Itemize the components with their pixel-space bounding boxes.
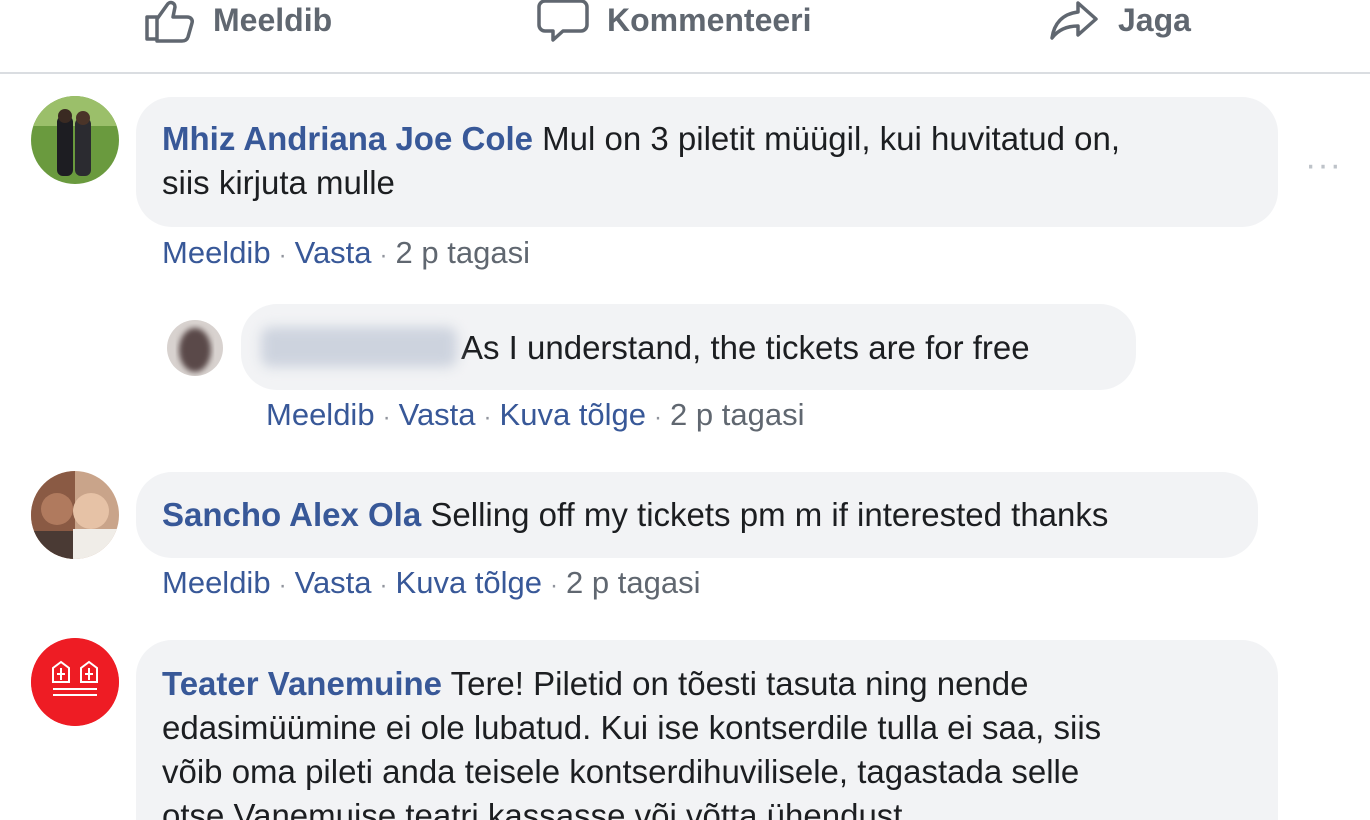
comment-text-line: Mul on 3 piletit müügil, kui huvitatud o… xyxy=(542,120,1120,157)
like-button-label: Meeldib xyxy=(213,1,333,38)
comment-bubble: Teater Vanemuine Tere! Piletid on tõesti… xyxy=(136,640,1278,820)
reply-link[interactable]: Vasta xyxy=(399,397,476,432)
like-button[interactable]: Meeldib xyxy=(143,0,332,44)
comment-button[interactable]: Kommenteeri xyxy=(537,0,812,44)
speech-bubble-icon xyxy=(537,0,589,43)
comment-text-line: Tere! Piletid on tõesti tasuta ning nend… xyxy=(450,665,1029,702)
like-link[interactable]: Meeldib xyxy=(266,397,375,432)
comment-button-label: Kommenteeri xyxy=(607,1,812,38)
share-button-label: Jaga xyxy=(1118,1,1191,38)
reply-link[interactable]: Vasta xyxy=(295,565,372,600)
comment-author[interactable]: Mhiz Andriana Joe Cole xyxy=(162,120,533,157)
more-options-icon[interactable]: ··· xyxy=(1305,146,1342,185)
avatar-photo xyxy=(31,96,119,184)
comment-text: Selling off my tickets pm m if intereste… xyxy=(430,496,1109,533)
reply-link[interactable]: Vasta xyxy=(295,235,372,270)
comment-author[interactable]: Teater Vanemuine xyxy=(162,665,442,702)
comment-meta: Meeldib · Vasta · Kuva tõlge · 2 p tagasi xyxy=(162,565,701,600)
comment-bubble: Sancho Alex Ola Selling off my tickets p… xyxy=(136,472,1258,558)
avatar-photo xyxy=(31,471,119,559)
like-link[interactable]: Meeldib xyxy=(162,235,271,270)
redacted-author-name[interactable] xyxy=(261,327,457,367)
avatar-photo-blurred xyxy=(167,320,223,376)
comment-timestamp[interactable]: 2 p tagasi xyxy=(670,397,804,432)
thumbs-up-icon xyxy=(143,0,195,43)
translate-link[interactable]: Kuva tõlge xyxy=(396,565,543,600)
comment-timestamp[interactable]: 2 p tagasi xyxy=(566,565,700,600)
reply-meta: Meeldib · Vasta · Kuva tõlge · 2 p tagasi xyxy=(266,397,805,432)
comments-panel: Meeldib Kommenteeri Jaga Mhiz Andriana J… xyxy=(0,0,1370,820)
share-button[interactable]: Jaga xyxy=(1048,0,1191,44)
vanemuine-logo xyxy=(31,638,119,726)
avatar[interactable] xyxy=(31,638,119,726)
comment-text-line: edasimüümine ei ole lubatud. Kui ise kon… xyxy=(162,709,1102,746)
translate-link[interactable]: Kuva tõlge xyxy=(500,397,647,432)
comment-timestamp[interactable]: 2 p tagasi xyxy=(396,235,530,270)
avatar[interactable] xyxy=(167,320,223,376)
comment-text-line: otse Vanemuise teatri kassasse või võtta… xyxy=(162,797,903,820)
reply-text: As I understand, the tickets are for fre… xyxy=(461,329,1030,366)
reply-bubble: As I understand, the tickets are for fre… xyxy=(241,304,1136,390)
avatar[interactable] xyxy=(31,96,119,184)
comment-text-line: siis kirjuta mulle xyxy=(162,164,395,201)
share-arrow-icon xyxy=(1048,0,1100,43)
like-link[interactable]: Meeldib xyxy=(162,565,271,600)
comment-bubble: Mhiz Andriana Joe Cole Mul on 3 piletit … xyxy=(136,97,1278,227)
comment-author[interactable]: Sancho Alex Ola xyxy=(162,496,421,533)
comment-text-line: võib oma pileti anda teisele kontserdihu… xyxy=(162,753,1080,790)
post-action-bar: Meeldib Kommenteeri Jaga xyxy=(0,0,1370,74)
avatar[interactable] xyxy=(31,471,119,559)
comment-meta: Meeldib · Vasta · 2 p tagasi xyxy=(162,235,530,270)
